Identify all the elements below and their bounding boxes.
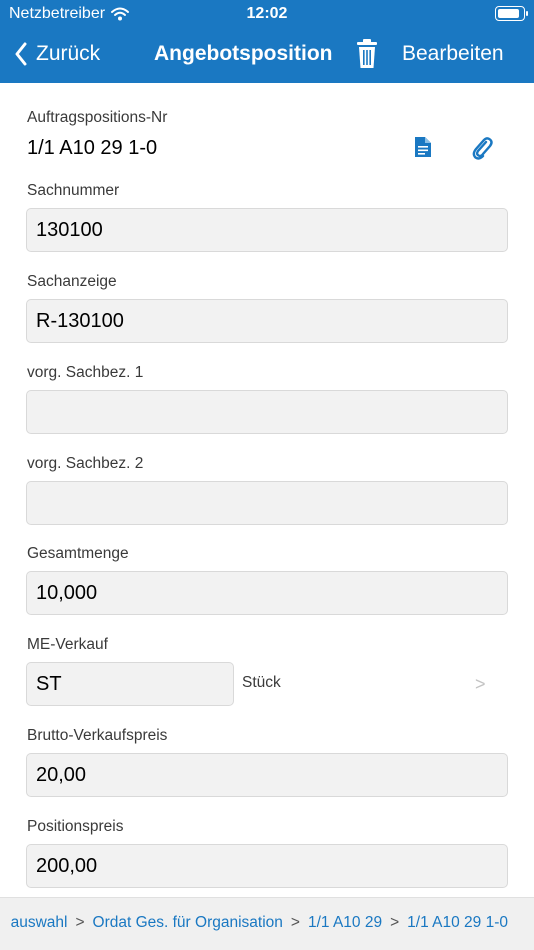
- battery-icon: [495, 6, 528, 21]
- breadcrumb-bar: auswahl > Ordat Ges. für Organisation >1/1 …: [0, 897, 534, 950]
- breadcrumb-separator: >: [290, 914, 300, 931]
- sachbez1-field[interactable]: [26, 390, 508, 434]
- sachbez2-label: vorg. Sachbez. 2: [27, 455, 144, 472]
- breadcrumb-item[interactable]: Ordat Ges. für Organisation: [93, 914, 283, 931]
- document-button[interactable]: [414, 136, 432, 158]
- me-verkauf-label: ME-Verkauf: [27, 636, 108, 653]
- back-label: Zurück: [36, 42, 101, 65]
- breadcrumb: auswahl > Ordat Ges. für Organisation >1/1 …: [11, 914, 508, 932]
- brutto-label: Brutto-Verkaufspreis: [27, 727, 168, 744]
- edit-button[interactable]: Bearbeiten: [402, 42, 504, 66]
- page-title: Angebotsposition: [154, 42, 333, 65]
- unit-description: Stück: [242, 674, 281, 691]
- status-bar: Netzbetreiber 12:02: [0, 0, 534, 28]
- navigation-bar: Zurück Angebotsposition Bearbeiten: [0, 28, 534, 83]
- brutto-field[interactable]: 20,00: [26, 753, 508, 797]
- back-button[interactable]: Zurück: [14, 39, 100, 69]
- document-icon: [415, 137, 431, 157]
- order-position-label: Auftragspositions-Nr: [27, 109, 168, 126]
- clock: 12:02: [246, 5, 288, 22]
- app-header: Netzbetreiber 12:02 Zurück Angebotsposit…: [0, 0, 534, 83]
- sachnummer-label: Sachnummer: [27, 182, 120, 199]
- sachbez1-label: vorg. Sachbez. 1: [27, 364, 144, 381]
- order-position-value: 1/1 A10 29 1-0: [27, 137, 158, 159]
- trash-icon: [357, 39, 377, 68]
- sachnummer-field[interactable]: 130100: [26, 208, 508, 252]
- gesamtmenge-field[interactable]: 10,000: [26, 571, 508, 615]
- chevron-left-icon: [15, 42, 27, 66]
- sachanzeige-field[interactable]: R-130100: [26, 299, 508, 343]
- positionspreis-field[interactable]: 200,00: [26, 844, 508, 888]
- positionspreis-label: Positionspreis: [27, 818, 124, 835]
- attachment-button[interactable]: [471, 136, 493, 160]
- detail-form: Auftragspositions-Nr 1/1 A10 29 1-0 Sach…: [0, 83, 534, 897]
- breadcrumb-item[interactable]: 1/1 A10 29: [308, 914, 382, 931]
- sachbez2-field[interactable]: [26, 481, 508, 525]
- breadcrumb-separator: >: [75, 914, 85, 931]
- chevron-right-icon[interactable]: >: [475, 674, 486, 695]
- me-verkauf-field[interactable]: ST: [26, 662, 234, 706]
- paperclip-icon: [472, 137, 493, 160]
- breadcrumb-item[interactable]: 1/1 A10 29 1-0: [407, 914, 508, 931]
- breadcrumb-item[interactable]: auswahl: [11, 914, 68, 931]
- sachanzeige-label: Sachanzeige: [27, 273, 117, 290]
- breadcrumb-separator: >: [390, 914, 400, 931]
- gesamtmenge-label: Gesamtmenge: [27, 545, 129, 562]
- delete-button[interactable]: [355, 38, 379, 70]
- battery-level: [498, 9, 519, 18]
